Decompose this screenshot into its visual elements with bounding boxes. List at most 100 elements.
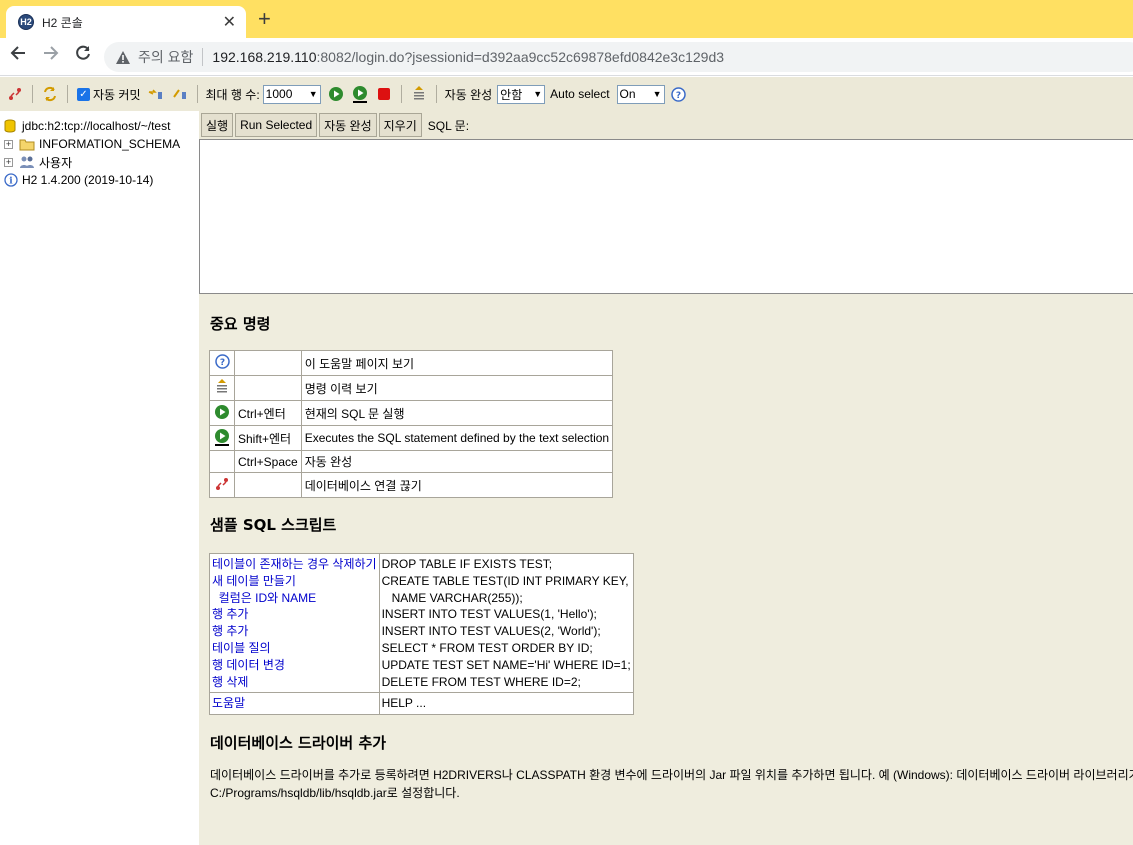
- sql-line: INSERT INTO TEST VALUES(2, 'World');: [381, 624, 601, 639]
- security-warning-text[interactable]: 주의 요함: [138, 47, 193, 67]
- run-icon[interactable]: [214, 404, 230, 420]
- table-row: Ctrl+엔터 현재의 SQL 문 실행: [209, 400, 614, 426]
- description-cell: 이 도움말 페이지 보기: [300, 350, 614, 376]
- sample-sql-table: 테이블이 존재하는 경우 삭제하기 새 테이블 만들기 컬럼은 ID와 NAME…: [209, 552, 634, 716]
- sql-line: INSERT INTO TEST VALUES(1, 'Hello');: [381, 607, 597, 622]
- auto-commit-label: 자동 커밋: [93, 87, 141, 102]
- sql-line: UPDATE TEST SET NAME='Hi' WHERE ID=1;: [381, 657, 631, 672]
- sql-line: CREATE TABLE TEST(ID INT PRIMARY KEY,: [381, 573, 629, 588]
- sample-link[interactable]: 행 데이터 변경: [212, 657, 377, 674]
- help-link-cell: 도움말: [209, 692, 380, 716]
- help-link[interactable]: 도움말: [212, 695, 377, 712]
- sample-link[interactable]: 테이블 질의: [212, 640, 377, 657]
- expand-icon[interactable]: +: [4, 157, 13, 167]
- tab-close-icon[interactable]: ✕: [223, 12, 236, 32]
- sql-line: NAME VARCHAR(255));: [381, 590, 523, 605]
- tree-version: i H2 1.4.200 (2019-10-14): [4, 171, 153, 189]
- tree-connection[interactable]: jdbc:h2:tcp://localhost/~/test: [4, 117, 170, 135]
- commit-icon[interactable]: [171, 85, 189, 103]
- svg-text:?: ?: [219, 358, 224, 368]
- table-row: Ctrl+Space 자동 완성: [209, 450, 614, 473]
- sample-link[interactable]: 행 삭제: [212, 674, 377, 691]
- reload-button[interactable]: [70, 44, 96, 70]
- auto-commit-checkbox[interactable]: ✓: [77, 87, 90, 101]
- history-icon[interactable]: [410, 85, 428, 103]
- sql-input[interactable]: [199, 139, 1133, 294]
- stop-icon[interactable]: [375, 85, 393, 103]
- driver-text-line: C:/Programs/hsqldb/lib/hsqldb.jar로 설정합니다…: [210, 786, 460, 800]
- sample-link[interactable]: 행 추가: [212, 623, 377, 640]
- toolbar-separator: [67, 85, 68, 103]
- driver-text-line: 데이터베이스 드라이버를 추가로 등록하려면 H2DRIVERS나 CLASSP…: [210, 768, 1133, 782]
- url-path[interactable]: :8082/login.do?jsessionid=d392aa9cc52c69…: [317, 49, 725, 65]
- tree-item-information-schema[interactable]: + INFORMATION_SCHEMA: [4, 135, 180, 153]
- sql-line: DELETE FROM TEST WHERE ID=2;: [381, 674, 581, 689]
- toolbar-separator: [435, 85, 437, 103]
- sample-link[interactable]: 행 추가: [212, 606, 377, 623]
- url-host[interactable]: 192.168.219.110: [212, 49, 316, 65]
- h2-favicon-icon: H2: [18, 14, 34, 30]
- shortcut-cell: Ctrl+Space: [234, 450, 302, 473]
- max-rows-select[interactable]: 1000 ▼: [262, 84, 321, 104]
- sql-line: SELECT * FROM TEST ORDER BY ID;: [381, 640, 593, 655]
- description-cell: 자동 완성: [300, 450, 614, 473]
- add-driver-heading: 데이터베이스 드라이버 추가: [210, 734, 387, 752]
- autocomplete-button[interactable]: 자동 완성: [319, 113, 377, 137]
- connection-label: jdbc:h2:tcp://localhost/~/test: [22, 119, 171, 133]
- clear-button[interactable]: 지우기: [378, 113, 422, 137]
- back-button[interactable]: [5, 44, 31, 70]
- run-icon[interactable]: [327, 85, 345, 103]
- folder-icon: [19, 139, 35, 150]
- autocomplete-value: 안함: [500, 87, 523, 102]
- run-button[interactable]: 실행: [201, 113, 234, 137]
- table-row: ? 이 도움말 페이지 보기: [209, 350, 614, 376]
- warning-icon[interactable]: [116, 50, 130, 64]
- refresh-icon[interactable]: [41, 85, 59, 103]
- disconnect-icon[interactable]: [6, 85, 24, 103]
- description-cell: 명령 이력 보기: [300, 375, 614, 401]
- tree-item-users[interactable]: + 사용자: [4, 153, 72, 171]
- forward-arrow-icon: [44, 46, 59, 60]
- help-sql-cell: HELP ...: [378, 692, 634, 716]
- forward-button[interactable]: [38, 44, 64, 70]
- table-row: 데이터베이스 연결 끊기: [209, 472, 614, 498]
- toolbar-separator: [196, 85, 198, 103]
- browser-tab-bar: H2 H2 콘솔 ✕ +: [0, 0, 1133, 38]
- history-icon[interactable]: [214, 378, 230, 396]
- help-panel: 중요 명령 ? 이 도움말 페이지 보기 명령 이력 보기 Ctrl+엔터 현재…: [199, 294, 1133, 845]
- rollback-icon[interactable]: [147, 85, 165, 103]
- sample-link[interactable]: 테이블이 존재하는 경우 삭제하기: [212, 556, 377, 573]
- auto-select-select[interactable]: On ▼: [616, 84, 665, 104]
- run-selected-icon[interactable]: [214, 428, 230, 446]
- help-icon[interactable]: ?: [214, 354, 230, 369]
- new-tab-button[interactable]: +: [258, 8, 271, 30]
- chevron-down-icon: ▼: [533, 89, 543, 99]
- back-arrow-icon: [10, 46, 25, 60]
- disconnect-icon[interactable]: [214, 476, 230, 492]
- omnibox[interactable]: 주의 요함 192.168.219.110:8082/login.do?jses…: [104, 42, 1133, 72]
- shortcut-cell: Ctrl+엔터: [234, 400, 302, 426]
- important-commands-heading: 중요 명령: [210, 315, 271, 333]
- database-icon: [4, 119, 16, 133]
- run-selected-button[interactable]: Run Selected: [235, 113, 318, 137]
- sql-line: HELP ...: [381, 696, 427, 711]
- omnibox-divider: [202, 48, 204, 66]
- help-icon[interactable]: ?: [670, 85, 688, 103]
- max-rows-label: 최대 행 수:: [205, 87, 260, 102]
- table-cell: [209, 375, 235, 401]
- h2-toolbar: ✓ 자동 커밋 최대 행 수: 1000 ▼ 자동 완성 안함 ▼ Auto sel…: [0, 77, 1133, 111]
- query-button-bar: 실행 Run Selected 자동 완성 지우기 SQL 문:: [199, 111, 1133, 139]
- description-cell: Executes the SQL statement defined by th…: [300, 425, 614, 451]
- table-row: 명령 이력 보기: [209, 375, 614, 401]
- sample-link[interactable]: 컬럼은 ID와 NAME: [212, 590, 377, 607]
- run-selected-icon[interactable]: [351, 85, 369, 103]
- sql-statement-label: SQL 문:: [427, 118, 470, 133]
- browser-tab[interactable]: H2 H2 콘솔 ✕: [6, 6, 246, 38]
- table-row: 테이블이 존재하는 경우 삭제하기 새 테이블 만들기 컬럼은 ID와 NAME…: [209, 552, 634, 694]
- chevron-down-icon: ▼: [308, 89, 318, 99]
- expand-icon[interactable]: +: [4, 139, 13, 149]
- users-icon: [20, 156, 34, 168]
- autocomplete-select[interactable]: 안함 ▼: [497, 84, 546, 104]
- sample-link[interactable]: 새 테이블 만들기: [212, 573, 377, 590]
- shortcut-cell: [234, 350, 302, 376]
